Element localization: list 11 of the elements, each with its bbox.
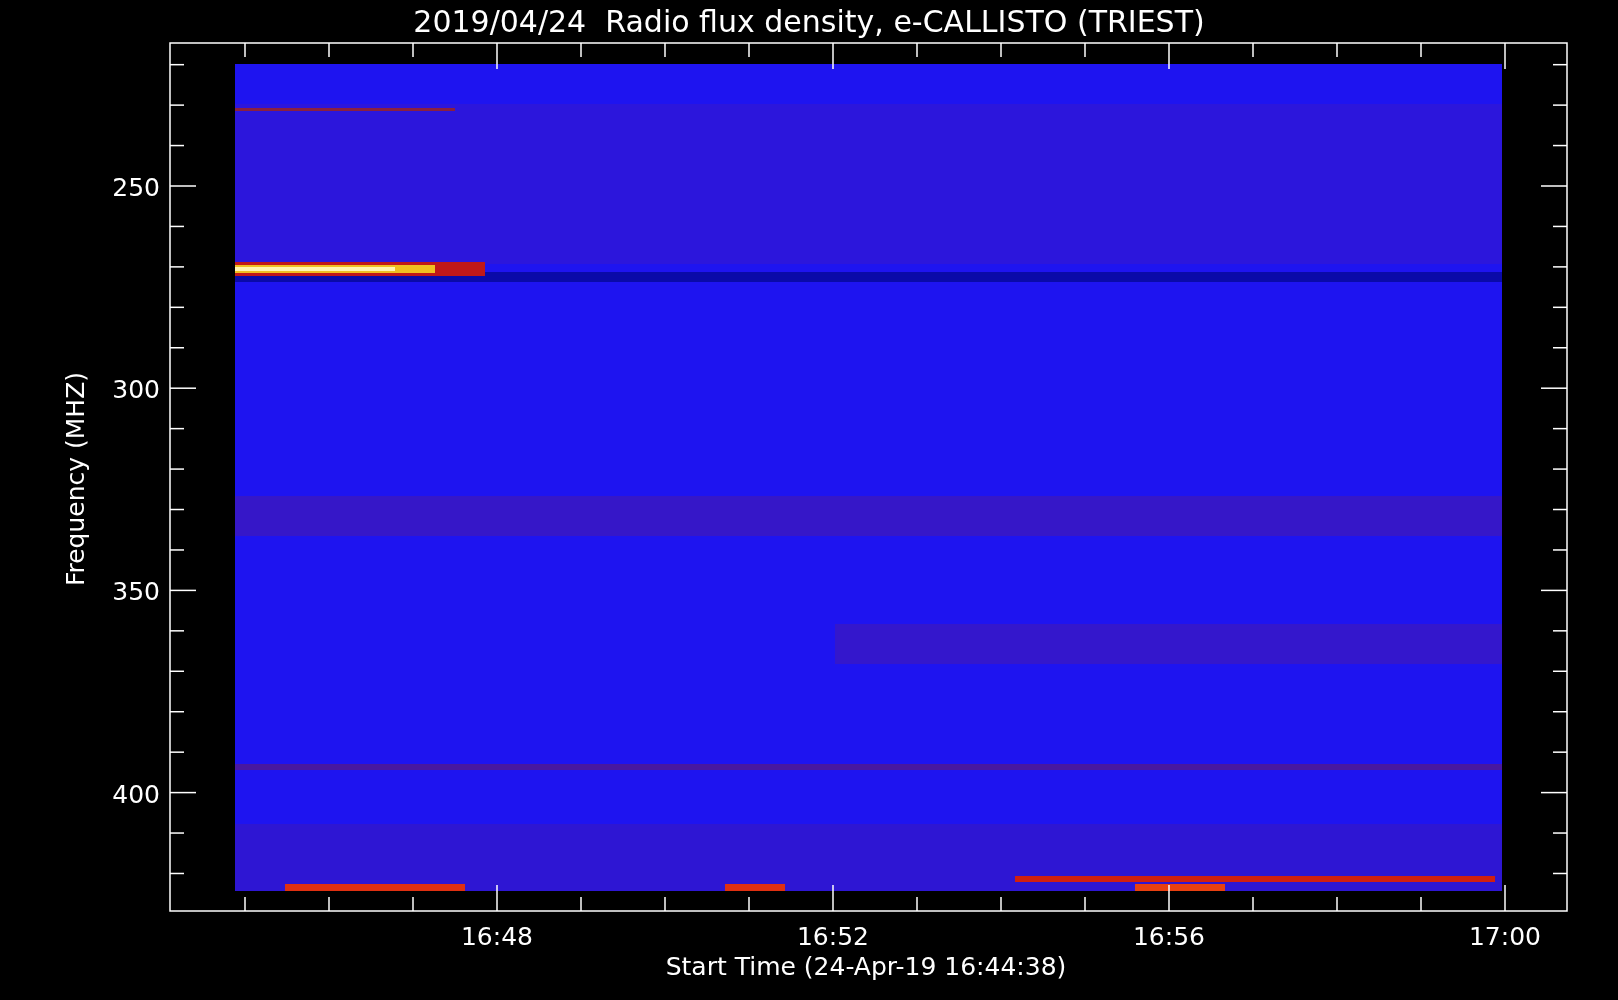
- y-tick-label: 400: [112, 779, 160, 809]
- x-tick-label: 16:48: [461, 922, 533, 951]
- x-tick-label: 16:52: [797, 922, 869, 951]
- y-tick-label: 300: [112, 375, 160, 405]
- x-tick-label: 16:56: [1133, 922, 1205, 951]
- y-tick-label: 250: [112, 173, 160, 202]
- x-tick-label: 17:00: [1469, 922, 1541, 951]
- x-axis-label: Start Time (24-Apr-19 16:44:38): [665, 952, 1067, 981]
- chart-title: 2019/04/24 Radio flux density, e-CALLISTO (TRIEST): [413, 4, 1205, 39]
- y-tick-label: 350: [112, 577, 160, 607]
- y-axis-label: Frequency (MHZ): [61, 371, 90, 587]
